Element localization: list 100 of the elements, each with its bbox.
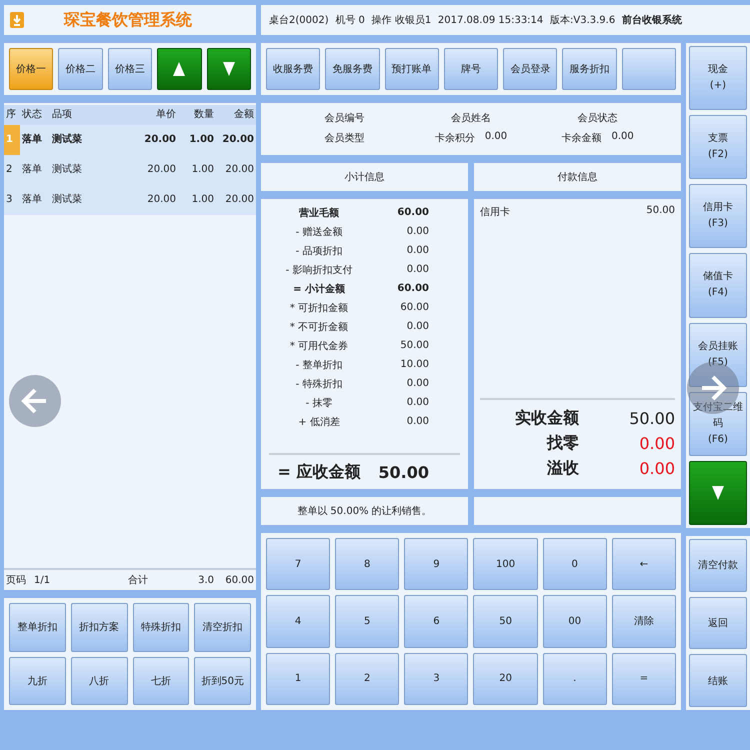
table-cell-text: 测试菜 [51, 163, 83, 177]
column-header: 金额 [233, 108, 255, 122]
subtotal-label: - 影响折扣支付 [284, 264, 354, 276]
payment-method-button[interactable]: 支票 (F2) [689, 115, 747, 180]
table-cell-text: 测试菜 [51, 133, 83, 147]
up-button[interactable] [157, 48, 202, 90]
column-header: 序 [5, 108, 17, 122]
discount-button[interactable]: 九折 [9, 656, 66, 705]
keypad-key[interactable]: 清除 [612, 595, 676, 648]
up-triangle-icon [173, 62, 186, 76]
subtotal-value: 50.00 [399, 340, 429, 351]
keypad-key[interactable]: 50 [473, 595, 538, 648]
function-button[interactable]: 免服务费 [325, 48, 380, 90]
subtotal-label: * 可用代金券 [288, 340, 350, 352]
subtotal-label: - 赠送金额 [294, 226, 344, 238]
status-text: 机号 0 [335, 14, 365, 27]
down-triangle-icon [222, 62, 235, 76]
keypad-key[interactable]: 6 [404, 595, 468, 648]
table-cell-text: 20.00 [146, 163, 177, 177]
app-title: 琛宝餐饮管理系统 [64, 10, 192, 30]
keypad-key[interactable]: 20 [473, 652, 538, 705]
table-cell-text: 落单 [21, 193, 43, 207]
table-cell-text: 20.00 [224, 193, 255, 207]
table-cell-text: 1.00 [190, 193, 215, 207]
keypad-key[interactable]: 0 [542, 538, 607, 590]
table-cell-text: 20.00 [221, 133, 255, 147]
table-row[interactable]: 3 落单 测试菜 20.00 1.00 20.00 [4, 185, 256, 215]
table-row[interactable]: 1 落单 测试菜 20.00 1.00 20.00 [4, 125, 256, 155]
summary-value: 50.00 [628, 409, 675, 428]
subtotal-value: 10.00 [399, 359, 429, 370]
field-label: 卡余金额 [562, 132, 602, 146]
status-text: 桌台2(0002) [269, 14, 329, 27]
subtotal-value: 0.00 [406, 264, 429, 275]
keypad-key[interactable]: 00 [542, 595, 607, 648]
due-amount: 50.00 [377, 462, 429, 482]
keypad-key[interactable]: 8 [335, 538, 400, 590]
payment-method: 信用卡 [480, 206, 510, 219]
discount-button[interactable]: 七折 [132, 656, 190, 705]
function-button[interactable]: 牌号 [444, 48, 498, 90]
discount-button[interactable]: 折到50元 [194, 656, 251, 705]
subtotal-value: 0.00 [406, 245, 429, 256]
keypad-key[interactable]: 9 [404, 538, 468, 590]
function-button[interactable]: 预打账单 [384, 48, 439, 90]
column-header: 数量 [193, 108, 215, 122]
table-cell-text: 3 [5, 193, 14, 207]
keypad-key[interactable]: . [542, 652, 607, 705]
down-button[interactable] [689, 460, 747, 525]
subtotal-value: 0.00 [406, 321, 429, 332]
subtotal-label: - 特殊折扣 [294, 378, 344, 390]
summary-value: 0.00 [638, 434, 675, 453]
discount-button[interactable]: 整单折扣 [9, 603, 66, 652]
discount-button[interactable]: 清空折扣 [194, 603, 251, 652]
table-cell-text: 落单 [21, 133, 43, 147]
keypad-key[interactable]: 100 [473, 538, 538, 590]
subtotal-label: = 小计金额 [292, 282, 346, 296]
page-number: 1/1 [34, 574, 52, 586]
price-button[interactable]: 价格三 [108, 48, 152, 90]
field-label: 会员姓名 [450, 112, 491, 126]
table-cell-text: 20.00 [224, 163, 255, 177]
page-label: 页码 [6, 574, 27, 587]
function-button[interactable]: 收服务费 [266, 48, 320, 90]
column-header: 品项 [51, 108, 73, 122]
keypad-key[interactable]: 7 [266, 538, 330, 590]
subtotal-value: 0.00 [406, 397, 429, 408]
keypad-key[interactable]: 1 [266, 652, 330, 705]
price-button[interactable]: 价格二 [58, 48, 103, 90]
action-button[interactable]: 结账 [689, 654, 747, 708]
action-button[interactable]: 返回 [689, 596, 747, 650]
summary-label: 溢收 [546, 458, 579, 479]
table-row[interactable]: 2 落单 测试菜 20.00 1.00 20.00 [4, 155, 256, 185]
payment-method-button[interactable]: 储值卡 (F4) [689, 253, 747, 318]
keypad-key[interactable]: 5 [335, 595, 400, 648]
table-cell: 1 [4, 125, 20, 155]
keypad-key[interactable]: ← [612, 538, 676, 590]
payment-method-button[interactable]: 现金 (+) [689, 46, 747, 110]
discount-button[interactable]: 八折 [70, 656, 128, 705]
price-button[interactable]: 价格一 [9, 48, 54, 90]
download-icon [10, 12, 24, 28]
function-button[interactable]: 会员登录 [503, 48, 558, 90]
status-text: 版本:V3.3.9.6 [550, 14, 616, 27]
discount-button[interactable]: 特殊折扣 [132, 603, 190, 652]
function-button[interactable]: 服务折扣 [562, 48, 617, 90]
discount-button[interactable]: 折扣方案 [70, 603, 128, 652]
column-header: 单价 [155, 108, 177, 122]
subtotal-label: * 可折扣金额 [288, 302, 350, 314]
field-value: 0.00 [484, 131, 508, 144]
payment-method-button[interactable]: 信用卡 (F3) [689, 184, 747, 248]
payment-method-button[interactable]: 支付宝二维码 (F6) [689, 392, 747, 456]
action-button[interactable]: 清空付款 [689, 539, 747, 592]
keypad-key[interactable]: 3 [404, 652, 468, 705]
keypad-key[interactable]: = [612, 652, 676, 705]
table-cell-text: 20.00 [146, 193, 177, 207]
field-label: 会员编号 [324, 112, 364, 126]
field-label: 卡余积分 [434, 132, 475, 146]
field-value: 0.00 [612, 131, 634, 144]
keypad-key[interactable]: 4 [266, 595, 330, 648]
down-button[interactable] [206, 48, 252, 90]
summary-label: 实收金额 [514, 408, 579, 429]
payment-method-button[interactable]: 会员挂账 (F5) [689, 322, 747, 387]
keypad-key[interactable]: 2 [335, 652, 400, 705]
